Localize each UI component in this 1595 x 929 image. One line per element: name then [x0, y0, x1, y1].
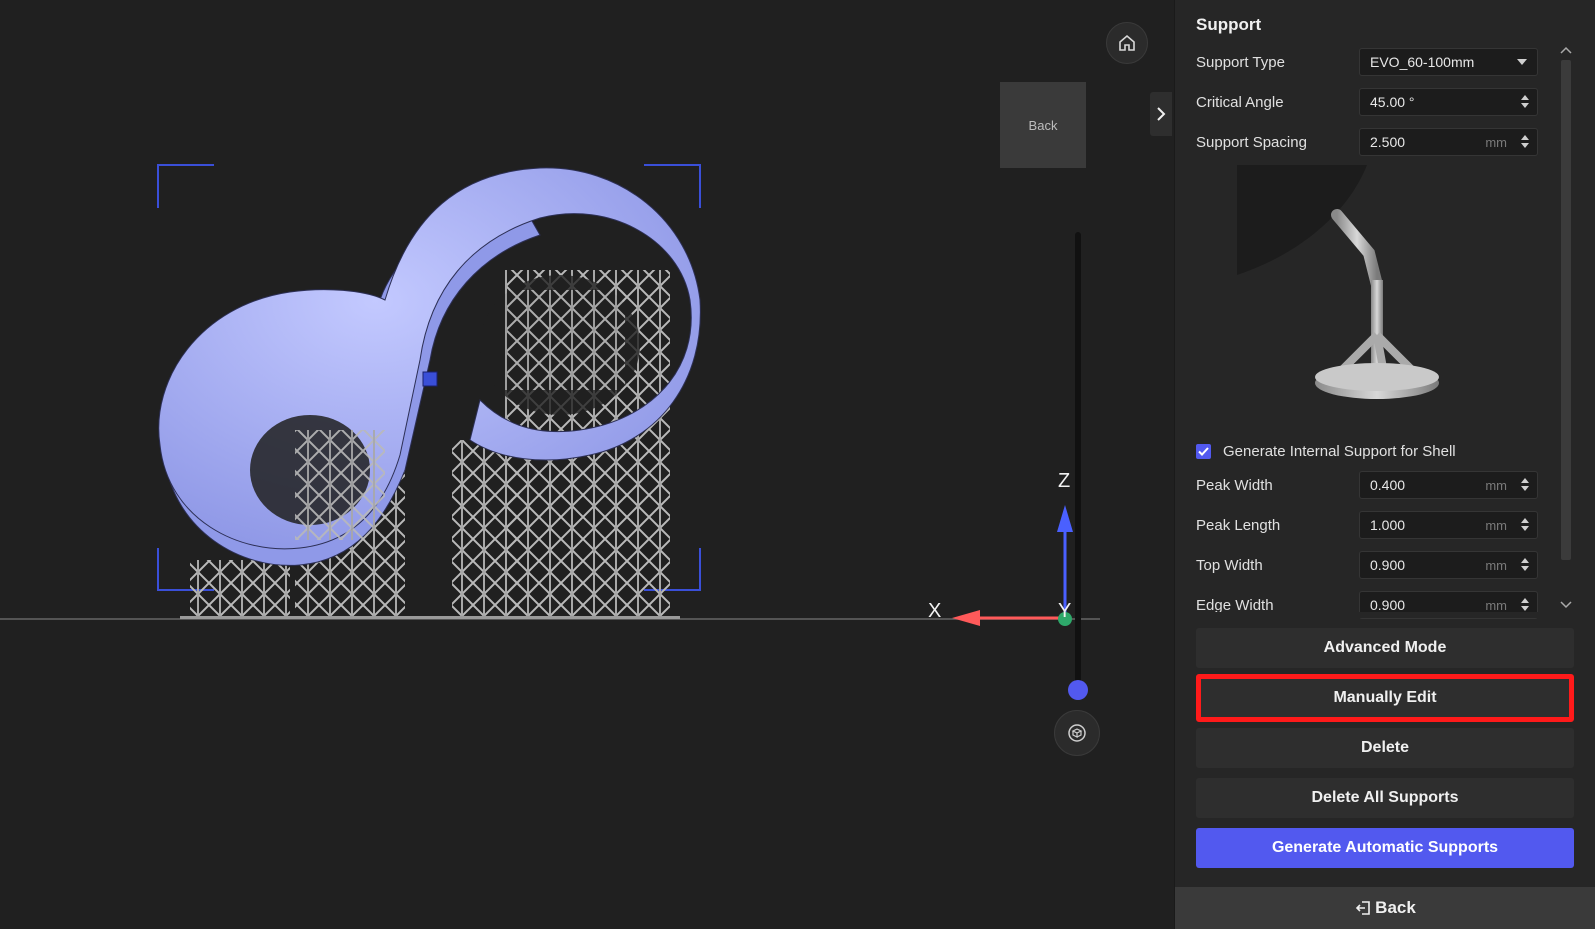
support-preview-image [1237, 165, 1439, 399]
peak-width-input[interactable]: 0.400 mm [1359, 471, 1538, 499]
back-preview-button[interactable]: Back [1000, 82, 1086, 168]
axis-gizmo [952, 505, 1073, 626]
layer-slider-track[interactable] [1075, 232, 1081, 694]
edge-width-value: 0.900 [1370, 597, 1406, 613]
selection-handle [422, 371, 438, 387]
spin-arrows-icon[interactable] [1521, 557, 1529, 572]
spin-arrows-icon[interactable] [1521, 477, 1529, 492]
critical-angle-input[interactable]: 45.00 ° [1359, 88, 1538, 116]
back-button-label: Back [1375, 898, 1416, 917]
x-axis-label: X [928, 600, 942, 622]
support-spacing-row: Support Spacing 2.500 mm [1196, 128, 1538, 156]
peak-length-value: 1.000 [1370, 517, 1406, 533]
chevron-right-icon [1157, 107, 1166, 121]
checkmark-icon [1198, 447, 1209, 456]
peak-length-unit: mm [1485, 518, 1507, 533]
scene-canvas [0, 164, 1100, 626]
y-axis-label: Y [1058, 600, 1072, 622]
delete-all-supports-button[interactable]: Delete All Supports [1196, 778, 1574, 818]
top-width-unit: mm [1485, 558, 1507, 573]
home-icon [1119, 34, 1135, 51]
spin-arrows-icon[interactable] [1521, 134, 1529, 149]
top-width-value: 0.900 [1370, 557, 1406, 573]
peak-width-value: 0.400 [1370, 477, 1406, 493]
internal-support-label: Generate Internal Support for Shell [1223, 443, 1456, 460]
peak-width-label: Peak Width [1196, 477, 1273, 494]
spin-arrows-icon[interactable] [1521, 517, 1529, 532]
top-width-input[interactable]: 0.900 mm [1359, 551, 1538, 579]
critical-angle-row: Critical Angle 45.00 ° [1196, 88, 1538, 116]
collapse-panel-button[interactable] [1150, 92, 1172, 136]
delete-button[interactable]: Delete [1196, 728, 1574, 768]
peak-length-label: Peak Length [1196, 517, 1281, 534]
edge-width-unit: mm [1485, 598, 1507, 613]
support-type-row: Support Type EVO_60-100mm [1196, 48, 1538, 76]
top-width-row: Top Width 0.900 mm [1196, 551, 1538, 579]
support-type-label: Support Type [1196, 54, 1285, 71]
support-type-select[interactable]: EVO_60-100mm [1359, 48, 1538, 76]
support-panel: Support Support Type EVO_60-100mm Critic… [1174, 0, 1595, 929]
generate-automatic-supports-button[interactable]: Generate Automatic Supports [1196, 828, 1574, 868]
back-button[interactable]: Back [1175, 887, 1595, 929]
support-type-value: EVO_60-100mm [1370, 54, 1475, 70]
scroll-up-icon[interactable] [1560, 46, 1572, 54]
exit-icon [1356, 901, 1370, 915]
spin-arrows-icon[interactable] [1521, 597, 1529, 612]
internal-support-checkbox[interactable] [1196, 444, 1211, 459]
panel-scrollbar[interactable] [1561, 60, 1571, 560]
critical-angle-label: Critical Angle [1196, 94, 1284, 111]
rotate-view-icon [1068, 724, 1086, 742]
support-spacing-unit: mm [1485, 135, 1507, 150]
layer-slider-thumb[interactable] [1068, 680, 1088, 700]
spin-arrows-icon[interactable] [1521, 94, 1529, 109]
advanced-mode-button[interactable]: Advanced Mode [1196, 628, 1574, 668]
dropdown-caret-icon [1517, 59, 1527, 65]
home-view-button[interactable] [1106, 22, 1148, 64]
peak-width-unit: mm [1485, 478, 1507, 493]
peak-length-row: Peak Length 1.000 mm [1196, 511, 1538, 539]
support-spacing-value: 2.500 [1370, 134, 1406, 150]
critical-angle-value: 45.00 ° [1370, 94, 1415, 110]
manually-edit-button[interactable]: Manually Edit [1196, 674, 1574, 722]
z-axis-label: Z [1058, 470, 1071, 492]
peak-length-input[interactable]: 1.000 mm [1359, 511, 1538, 539]
support-spacing-input[interactable]: 2.500 mm [1359, 128, 1538, 156]
support-spacing-label: Support Spacing [1196, 134, 1307, 151]
peak-width-row: Peak Width 0.400 mm [1196, 471, 1538, 499]
view-rotate-button[interactable] [1054, 710, 1100, 756]
scroll-down-icon[interactable] [1560, 601, 1572, 609]
top-width-label: Top Width [1196, 557, 1263, 574]
3d-viewport[interactable]: Z X Y Back [0, 0, 1174, 929]
scroll-fade [1175, 612, 1595, 618]
panel-title: Support [1196, 15, 1262, 34]
